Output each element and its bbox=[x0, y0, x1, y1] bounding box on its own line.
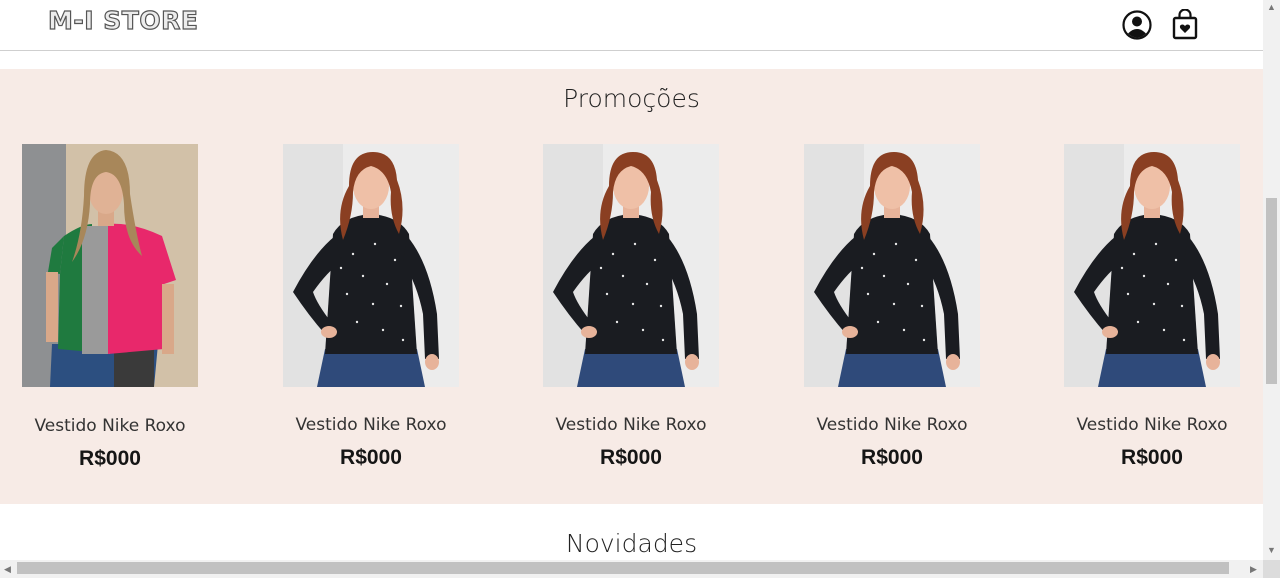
product-name[interactable]: Vestido Nike Roxo bbox=[263, 415, 479, 435]
vertical-scroll-thumb[interactable] bbox=[1266, 198, 1277, 384]
scroll-up-arrow-icon[interactable]: ▲ bbox=[1267, 2, 1276, 12]
product-card[interactable]: Vestido Nike Roxo R$000 bbox=[283, 144, 459, 469]
product-name[interactable]: Vestido Nike Roxo bbox=[784, 415, 1000, 435]
black-sweater-photo[interactable] bbox=[283, 144, 459, 387]
product-name[interactable]: Vestido Nike Roxo bbox=[1044, 415, 1260, 435]
promotions-section: Promoções Vestido Nike Roxo R$000 Vestid… bbox=[0, 69, 1263, 504]
promotions-title: Promoções bbox=[563, 84, 700, 113]
horizontal-scrollbar[interactable]: ◀ ▶ bbox=[0, 560, 1263, 578]
novidades-title: Novidades bbox=[565, 529, 698, 558]
horizontal-scroll-thumb[interactable] bbox=[17, 562, 1229, 574]
product-name[interactable]: Vestido Nike Roxo bbox=[2, 416, 218, 436]
top-header: M-I STORE bbox=[0, 0, 1263, 51]
product-price: R$000 bbox=[600, 446, 662, 469]
scrollbar-corner bbox=[1263, 560, 1280, 578]
store-logo[interactable]: M-I STORE bbox=[47, 5, 198, 35]
shopping-bag-icon[interactable] bbox=[1170, 8, 1202, 41]
user-account-icon[interactable] bbox=[1121, 9, 1153, 41]
colorblock-tshirt-photo[interactable] bbox=[22, 144, 198, 387]
product-name[interactable]: Vestido Nike Roxo bbox=[523, 415, 739, 435]
black-sweater-photo[interactable] bbox=[804, 144, 980, 387]
product-price: R$000 bbox=[79, 447, 141, 470]
vertical-scrollbar[interactable]: ▲ ▼ bbox=[1263, 0, 1280, 560]
product-price: R$000 bbox=[861, 446, 923, 469]
black-sweater-photo[interactable] bbox=[543, 144, 719, 387]
product-card[interactable]: Vestido Nike Roxo R$000 bbox=[22, 144, 198, 470]
product-price: R$000 bbox=[1121, 446, 1183, 469]
scroll-left-arrow-icon[interactable]: ◀ bbox=[4, 564, 11, 574]
product-card[interactable]: Vestido Nike Roxo R$000 bbox=[543, 144, 719, 469]
product-card[interactable]: Vestido Nike Roxo R$000 bbox=[1064, 144, 1240, 469]
product-price: R$000 bbox=[340, 446, 402, 469]
scroll-right-arrow-icon[interactable]: ▶ bbox=[1250, 564, 1257, 574]
scroll-down-arrow-icon[interactable]: ▼ bbox=[1267, 545, 1276, 555]
product-card[interactable]: Vestido Nike Roxo R$000 bbox=[804, 144, 980, 469]
black-sweater-photo[interactable] bbox=[1064, 144, 1240, 387]
